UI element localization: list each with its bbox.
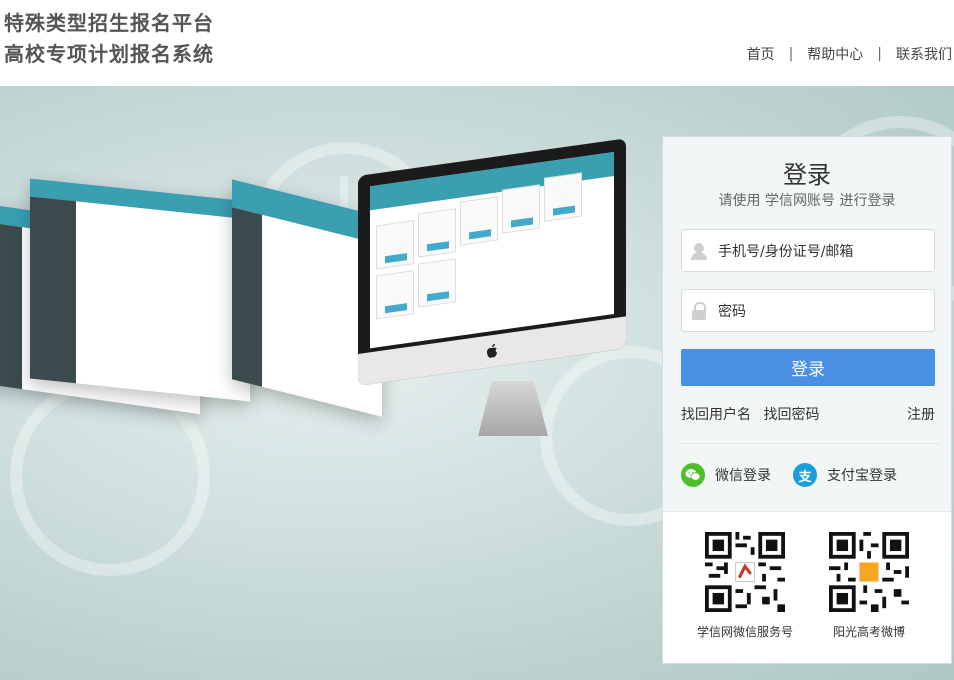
alipay-icon: 支 [793, 463, 817, 487]
register-link[interactable]: 注册 [907, 404, 935, 424]
nav-separator: | [877, 46, 882, 62]
login-title: 登录 [783, 161, 831, 189]
username-placeholder: 手机号/身份证号/邮箱 [718, 243, 854, 260]
apple-logo-icon [487, 343, 497, 358]
display-tile [418, 258, 456, 308]
login-button[interactable]: 登录 [681, 349, 935, 386]
display-tile [502, 184, 540, 234]
monitor-illustration [358, 138, 626, 446]
account-links: 找回用户名 找回密码 注册 [681, 404, 935, 424]
display-tile [376, 270, 414, 320]
weibo-qr-label: 阳光高考微博 [832, 625, 905, 639]
monitor-display [370, 152, 614, 349]
screen-sidebar [30, 196, 76, 384]
wechat-login-button[interactable]: 微信登录 [681, 463, 771, 487]
username-field[interactable]: 手机号/身份证号/邮箱 [681, 229, 935, 272]
password-placeholder: 密码 [718, 303, 746, 320]
display-tile [460, 196, 498, 246]
nav-home-link[interactable]: 首页 [747, 44, 775, 64]
forgot-username-link[interactable]: 找回用户名 [681, 407, 751, 423]
qr-code-section: 学信网微信服务号 阳光高考微博 [663, 511, 951, 663]
lock-icon [690, 301, 708, 320]
monitor-stand [478, 381, 548, 436]
screen-sidebar [0, 219, 22, 390]
top-nav: 首页 | 帮助中心 | 联系我们 [747, 44, 952, 64]
alipay-login-label: 支付宝登录 [827, 468, 897, 484]
login-subtitle: 请使用 学信网账号 进行登录 [718, 193, 896, 209]
nav-help-link[interactable]: 帮助中心 [807, 44, 863, 64]
wechat-qr-code[interactable] [705, 532, 785, 612]
screenshot-panel-middle [30, 178, 250, 402]
site-header: 特殊类型招生报名平台 高校专项计划报名系统 首页 | 帮助中心 | 联系我们 [0, 0, 954, 86]
display-tile [418, 208, 456, 258]
site-title-line2: 高校专项计划报名系统 [4, 42, 214, 66]
weibo-qr-code[interactable] [829, 532, 909, 612]
alipay-login-button[interactable]: 支 支付宝登录 [793, 463, 897, 487]
nav-contact-link[interactable]: 联系我们 [896, 44, 952, 64]
site-title: 特殊类型招生报名平台 高校专项计划报名系统 [4, 8, 214, 70]
user-icon [690, 242, 708, 260]
wechat-login-label: 微信登录 [715, 468, 771, 484]
screen-sidebar [232, 207, 262, 387]
forgot-password-link[interactable]: 找回密码 [763, 407, 819, 423]
password-field[interactable]: 密码 [681, 289, 935, 332]
site-title-line1: 特殊类型招生报名平台 [4, 11, 214, 35]
wechat-icon [681, 463, 705, 487]
monitor-frame [358, 138, 626, 386]
display-tile [544, 172, 582, 222]
nav-separator: | [788, 46, 794, 62]
display-tile [376, 220, 414, 270]
panel-divider [681, 443, 941, 444]
wechat-qr-label: 学信网微信服务号 [696, 625, 793, 639]
login-panel: 登录 请使用 学信网账号 进行登录 手机号/身份证号/邮箱 密码 登录 找回用户… [662, 136, 952, 664]
